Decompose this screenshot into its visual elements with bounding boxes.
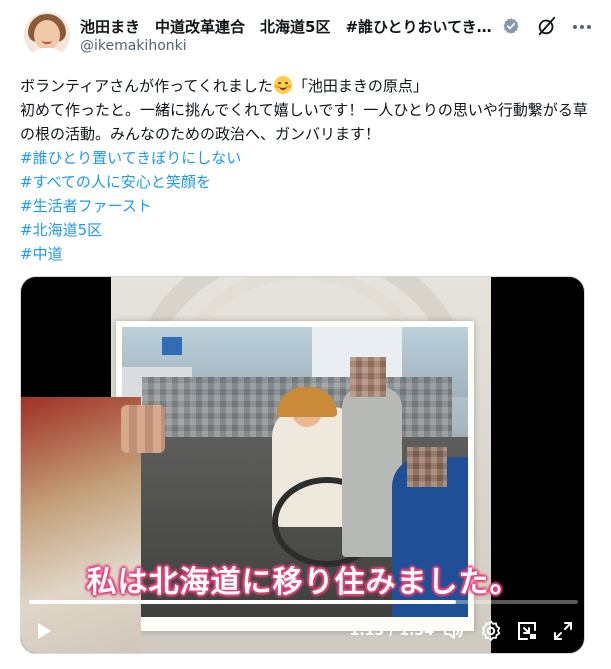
hashtag-link[interactable]: #中道 (20, 242, 590, 266)
tweet-text: ボランティアさんが作ってくれました 「池田まきの原点」 初めて作ったと。一緒に挑ん… (20, 74, 590, 266)
settings-icon[interactable] (479, 619, 503, 643)
author-name-row: 池田まき 中道改革連合 北海道5区 #誰ひとりおいてきぼりにし... (80, 16, 520, 36)
video-time: 1:13 / 1:34 (349, 623, 434, 639)
author-display-name[interactable]: 池田まき 中道改革連合 北海道5区 #誰ひとりおいてきぼりにし... (80, 16, 498, 36)
hashtag-link[interactable]: #すべての人に安心と笑顔を (20, 170, 590, 194)
picture-in-picture-icon[interactable] (515, 619, 539, 643)
tweet-line-1-post: 「池田まきの原点」 (292, 77, 428, 95)
tweet-body: 初めて作ったと。一緒に挑んでくれて嬉しいです！一人ひとりの思いや行動繋がる草の根… (20, 101, 588, 143)
video-blurred-face (121, 405, 165, 453)
author-handle[interactable]: @ikemakihonki (80, 38, 187, 54)
video-progress-fill (29, 600, 456, 604)
video-player[interactable]: 私は北海道に移り住みました。 1:13 / 1:34 (20, 276, 585, 654)
tweet-line-1-pre: ボランティアさんが作ってくれました (20, 77, 273, 95)
hashtag-link[interactable]: #誰ひとり置いてきぼりにしない (20, 146, 590, 170)
smiling-face-emoji-icon (273, 76, 292, 94)
grok-icon[interactable] (536, 15, 558, 37)
hashtag-link[interactable]: #生活者ファースト (20, 194, 590, 218)
tweet-line-1: ボランティアさんが作ってくれました 「池田まきの原点」 (20, 74, 590, 98)
play-icon[interactable] (31, 619, 55, 643)
video-progress-bar[interactable] (29, 600, 578, 604)
hashtag-link[interactable]: #北海道5区 (20, 218, 590, 242)
avatar[interactable] (24, 12, 70, 58)
fullscreen-icon[interactable] (551, 619, 575, 643)
video-time-total: 1:34 (399, 623, 434, 639)
volume-icon[interactable] (441, 619, 465, 643)
tweet: 池田まき 中道改革連合 北海道5区 #誰ひとりおいてきぼりにし... @ikem… (0, 0, 611, 669)
more-icon[interactable] (570, 16, 594, 38)
video-time-current: 1:13 (349, 623, 385, 639)
video-caption: 私は北海道に移り住みました。 (86, 565, 521, 600)
verified-badge-icon (503, 18, 519, 34)
video-controls: 1:13 / 1:34 (21, 617, 584, 647)
